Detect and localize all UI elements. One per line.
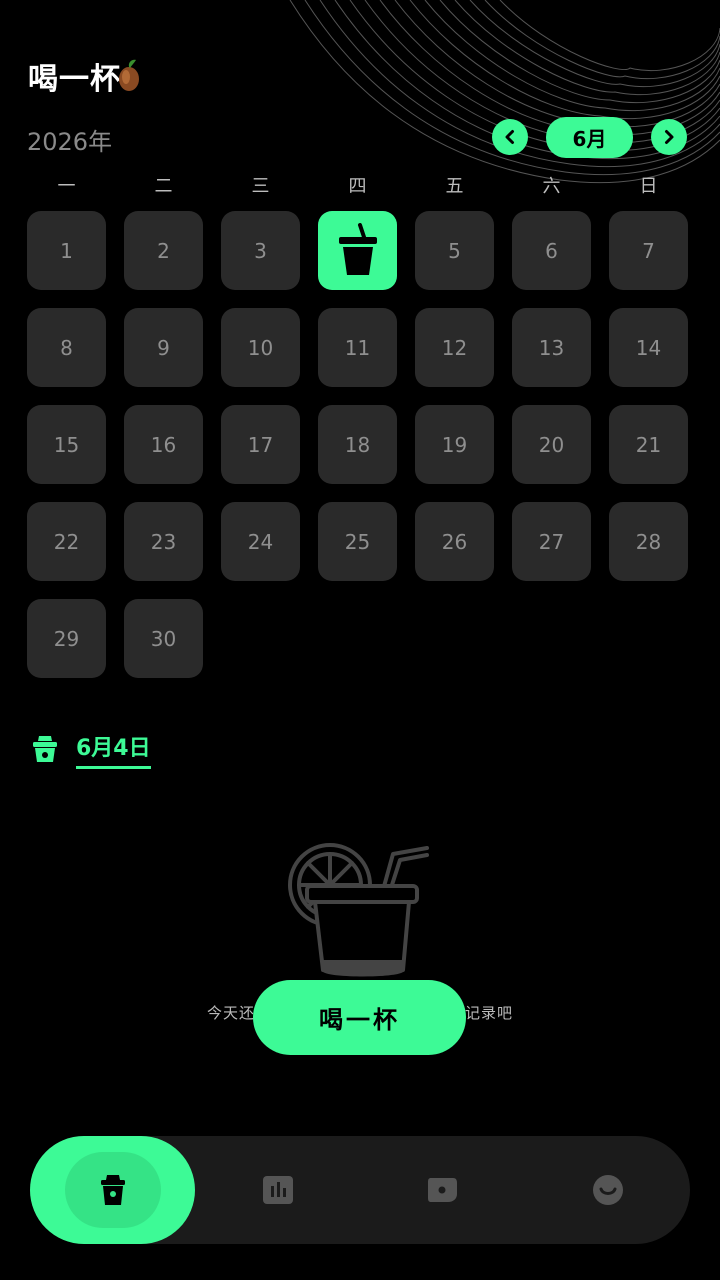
cup-icon <box>100 1175 125 1205</box>
calendar-day[interactable]: 25 <box>318 502 397 581</box>
calendar-day[interactable]: 8 <box>27 308 106 387</box>
selected-date-label: 6月4日 <box>76 730 151 769</box>
calendar-day[interactable]: 7 <box>609 211 688 290</box>
weekday-label: 一 <box>57 176 76 197</box>
prev-month-button[interactable] <box>492 119 528 155</box>
calendar-day-selected[interactable] <box>318 211 397 290</box>
calendar-day[interactable]: 22 <box>27 502 106 581</box>
calendar-day[interactable]: 10 <box>221 308 300 387</box>
calendar-day[interactable]: 6 <box>512 211 591 290</box>
calendar-day[interactable]: 17 <box>221 405 300 484</box>
weekday-label: 五 <box>445 176 464 197</box>
calendar-day[interactable]: 29 <box>27 599 106 678</box>
smile-icon <box>592 1175 623 1205</box>
next-month-button[interactable] <box>651 119 687 155</box>
tab-me[interactable] <box>525 1136 690 1244</box>
calendar-day[interactable]: 24 <box>221 502 300 581</box>
weekday-label: 四 <box>348 176 367 197</box>
calendar-day[interactable]: 21 <box>609 405 688 484</box>
chevron-right-icon <box>665 130 674 144</box>
calendar-day[interactable]: 5 <box>415 211 494 290</box>
calendar-day[interactable]: 20 <box>512 405 591 484</box>
calendar-day[interactable]: 23 <box>124 502 203 581</box>
bottom-nav <box>30 1136 690 1244</box>
calendar-day[interactable]: 27 <box>512 502 591 581</box>
tab-photo[interactable] <box>360 1136 525 1244</box>
calendar-day[interactable]: 19 <box>415 405 494 484</box>
drink-button[interactable]: 喝一杯 <box>253 980 466 1055</box>
tab-stats[interactable] <box>195 1136 360 1244</box>
calendar-day[interactable]: 1 <box>27 211 106 290</box>
selected-date-header: 6月4日 <box>30 728 151 770</box>
empty-text-right: 记录吧 <box>465 1004 514 1022</box>
calendar-grid: 1 2 3 5 6 7 8 9 10 11 12 13 14 15 16 17 … <box>27 211 688 681</box>
calendar-day[interactable]: 16 <box>124 405 203 484</box>
cup-icon <box>33 736 57 762</box>
weekday-label: 三 <box>251 176 270 197</box>
bar-chart-icon <box>262 1176 293 1204</box>
calendar-day[interactable]: 3 <box>221 211 300 290</box>
coconut-icon <box>119 59 139 91</box>
lemon-drink-icon <box>288 843 429 977</box>
weekday-label: 二 <box>154 176 173 197</box>
month-selector[interactable]: 6月 <box>546 117 633 158</box>
calendar-day[interactable]: 26 <box>415 502 494 581</box>
calendar-day[interactable]: 9 <box>124 308 203 387</box>
drink-cup-icon <box>338 222 377 275</box>
calendar-day[interactable]: 14 <box>609 308 688 387</box>
weekday-label: 日 <box>639 176 658 197</box>
calendar-day[interactable]: 13 <box>512 308 591 387</box>
calendar-day[interactable]: 28 <box>609 502 688 581</box>
weekday-header: 一 二 三 四 五 六 日 <box>27 172 688 202</box>
calendar-day[interactable]: 12 <box>415 308 494 387</box>
calendar-day[interactable]: 18 <box>318 405 397 484</box>
calendar-day[interactable]: 15 <box>27 405 106 484</box>
weekday-label: 六 <box>542 176 561 197</box>
chevron-left-icon <box>505 130 514 144</box>
year-label: 2026年 <box>27 128 113 156</box>
calendar-day[interactable]: 11 <box>318 308 397 387</box>
tab-cup[interactable] <box>30 1136 195 1244</box>
photo-icon <box>427 1178 457 1202</box>
app-title: 喝一杯 <box>28 54 143 98</box>
empty-text-left: 今天还 <box>206 1004 255 1022</box>
calendar-day[interactable]: 2 <box>124 211 203 290</box>
calendar-day[interactable]: 30 <box>124 599 203 678</box>
